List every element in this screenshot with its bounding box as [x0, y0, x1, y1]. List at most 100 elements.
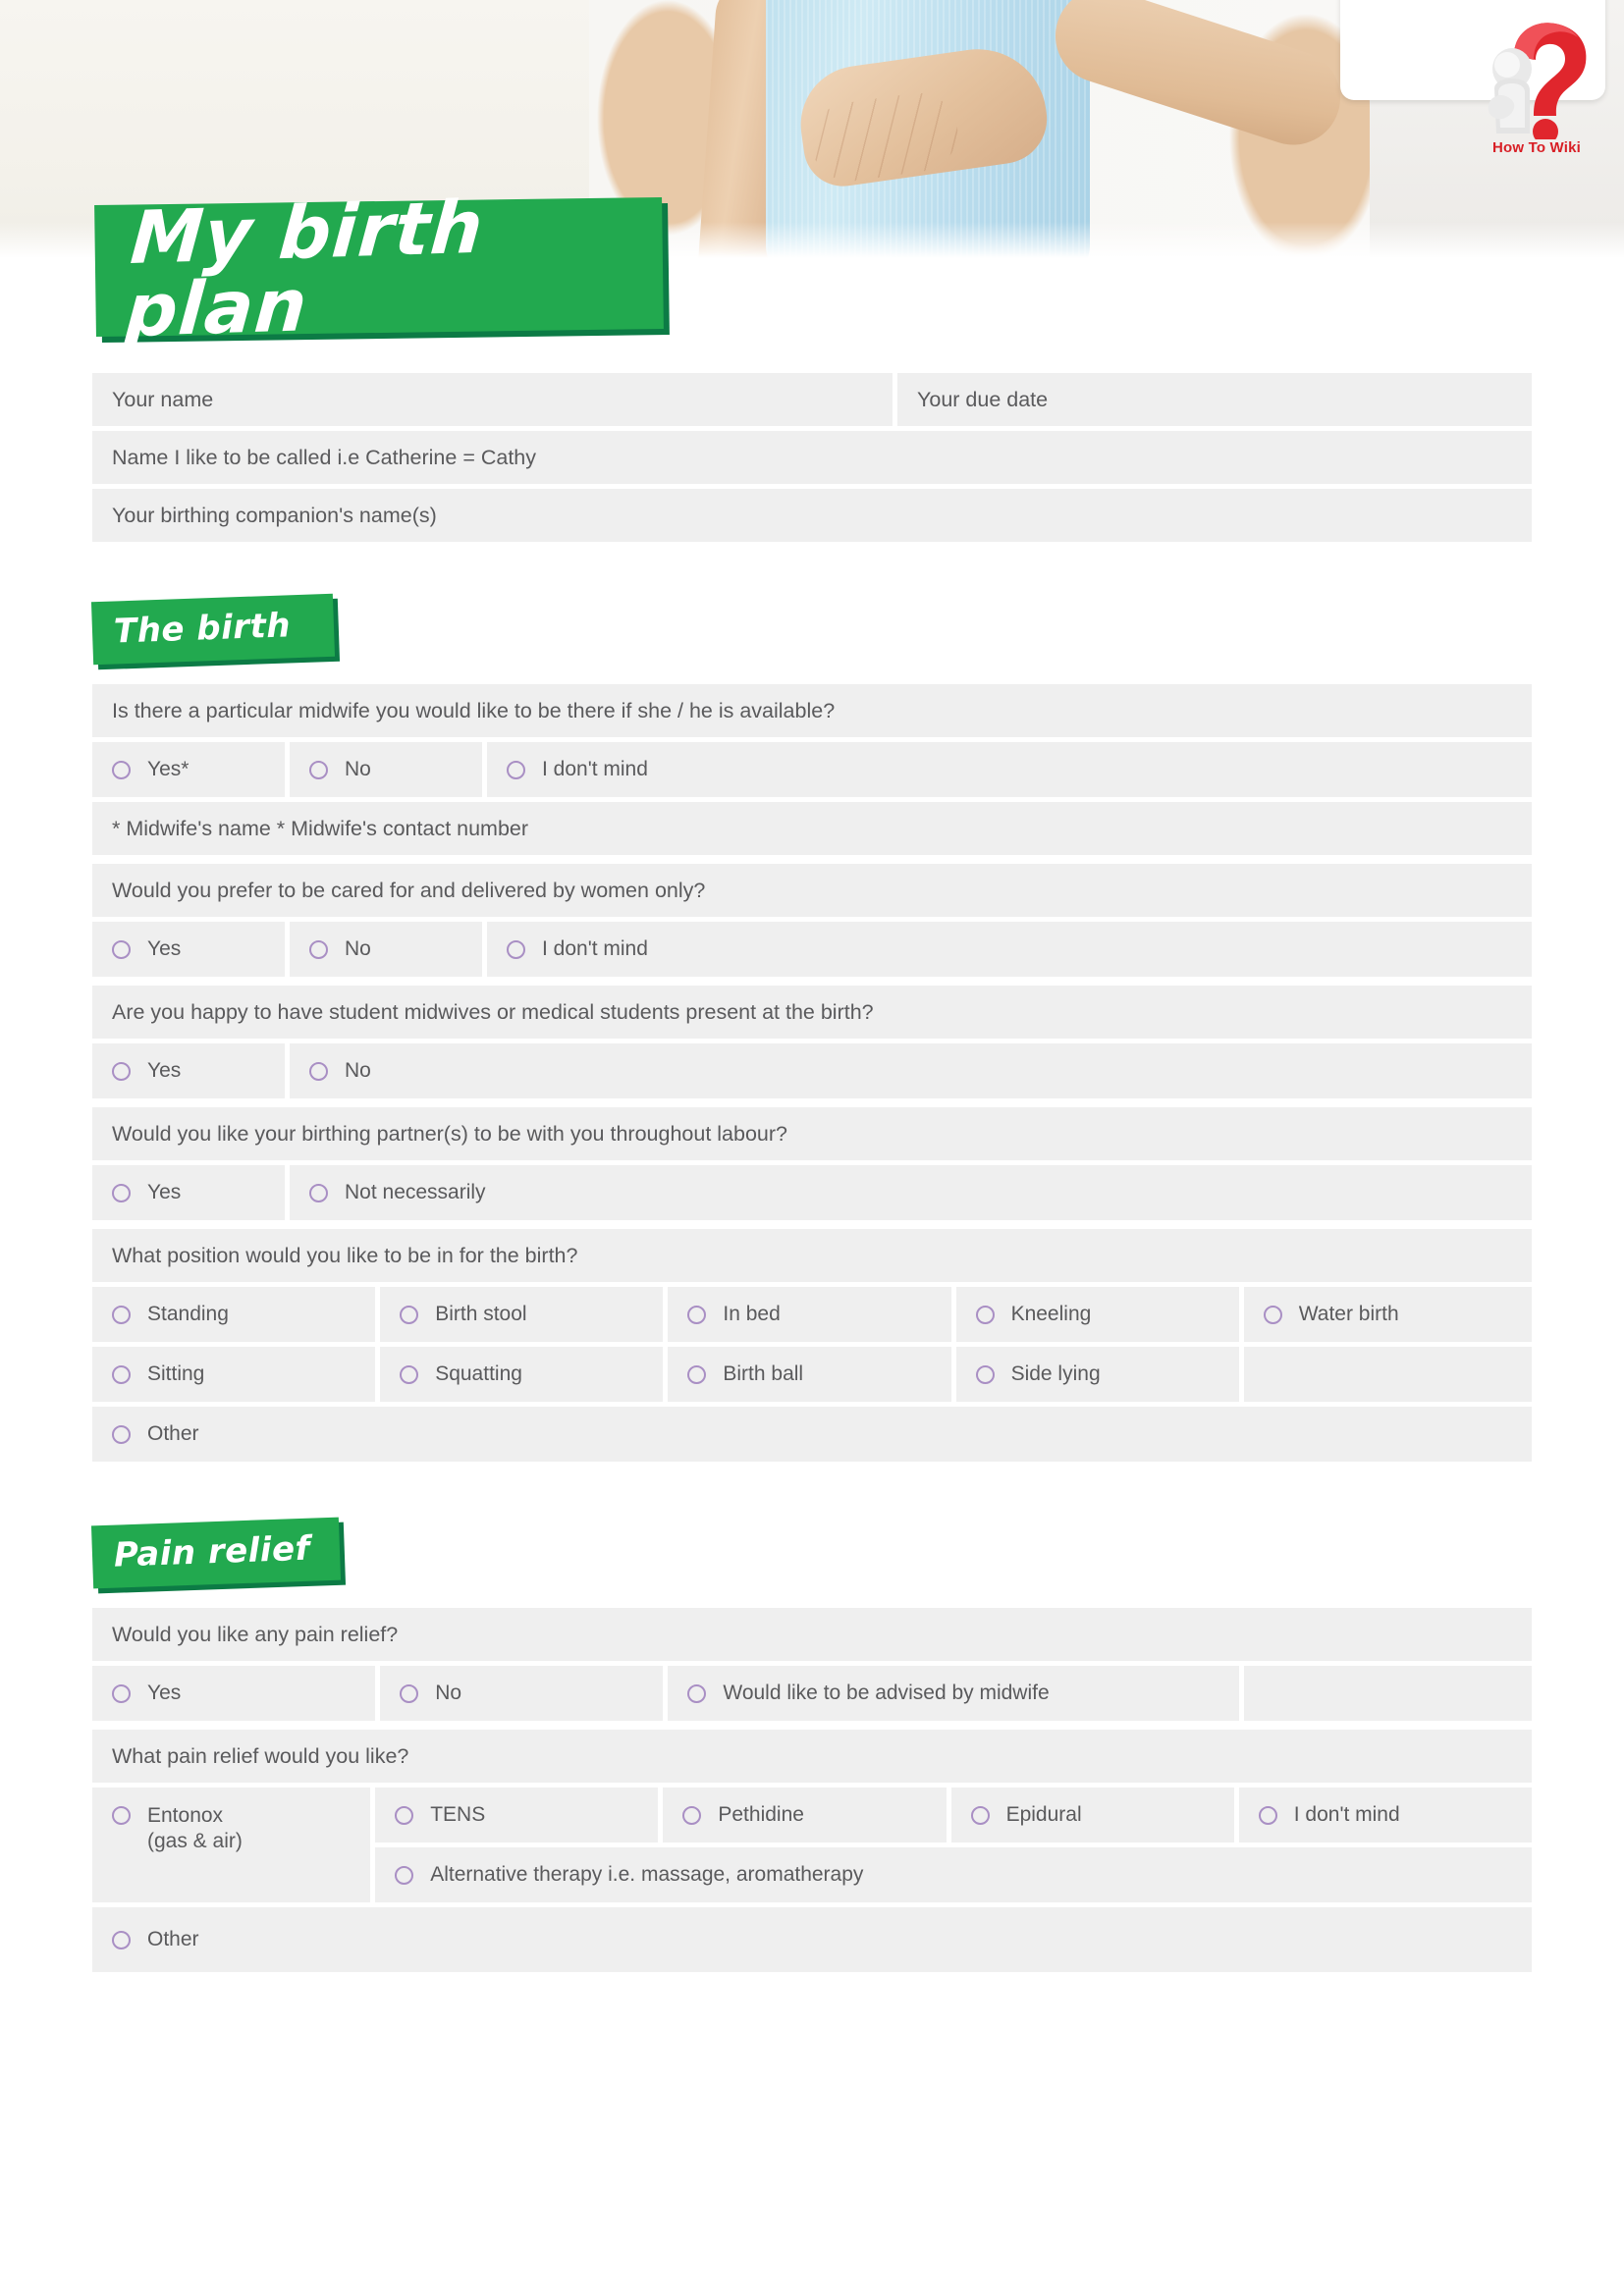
option-midwife-no[interactable]: No [290, 742, 482, 797]
option-label: Kneeling [1010, 1303, 1092, 1326]
option-pethidine[interactable]: Pethidine [663, 1788, 947, 1842]
option-alternative-therapy[interactable]: Alternative therapy i.e. massage, aromat… [375, 1847, 1532, 1902]
radio-icon[interactable] [507, 939, 525, 959]
options-row-position-1: Standing Birth stool In bed Kneeling Wat… [92, 1287, 1532, 1342]
empty-cell [1243, 1666, 1532, 1721]
option-midwife-yes[interactable]: Yes* [92, 742, 285, 797]
option-label: Yes [147, 937, 182, 961]
option-tens[interactable]: TENS [375, 1788, 659, 1842]
option-pain-relief-no[interactable]: No [380, 1666, 664, 1721]
radio-icon[interactable] [687, 1364, 707, 1384]
radio-icon[interactable] [309, 939, 328, 959]
option-position-in-bed[interactable]: In bed [668, 1287, 951, 1342]
option-students-yes[interactable]: Yes [92, 1043, 285, 1098]
section-tag-plate: Pain relief [90, 1517, 341, 1589]
question-women-only: Would you prefer to be cared for and del… [92, 864, 1532, 917]
radio-icon[interactable] [400, 1683, 419, 1703]
radio-icon[interactable] [112, 1364, 131, 1384]
row-name-duedate: Your name Your due date [92, 373, 1532, 426]
radio-icon[interactable] [309, 760, 328, 779]
radio-icon[interactable] [395, 1805, 414, 1825]
option-label: Yes* [147, 758, 189, 781]
radio-icon[interactable] [687, 1683, 707, 1703]
radio-icon[interactable] [975, 1305, 995, 1324]
options-row-pain-relief-top: TENS Pethidine Epidural I don't mind [375, 1788, 1532, 1842]
radio-icon[interactable] [1258, 1805, 1277, 1825]
option-epidural[interactable]: Epidural [950, 1788, 1234, 1842]
option-pain-relief-yes[interactable]: Yes [92, 1666, 376, 1721]
radio-icon[interactable] [112, 939, 131, 959]
radio-icon[interactable] [112, 760, 131, 779]
option-position-kneeling[interactable]: Kneeling [955, 1287, 1239, 1342]
option-pain-relief-dont-mind[interactable]: I don't mind [1238, 1788, 1532, 1842]
option-women-only-no[interactable]: No [290, 922, 482, 977]
option-label: Sitting [147, 1362, 205, 1386]
option-women-only-yes[interactable]: Yes [92, 922, 285, 977]
entonox-line-2: (gas & air) [147, 1829, 243, 1852]
option-position-birth-stool[interactable]: Birth stool [380, 1287, 664, 1342]
option-label: No [345, 937, 371, 961]
options-row-position-2: Sitting Squatting Birth ball Side lying [92, 1347, 1532, 1402]
option-position-other[interactable]: Other [92, 1407, 1532, 1462]
option-pain-relief-other[interactable]: Other [92, 1907, 1532, 1972]
option-partner-yes[interactable]: Yes [92, 1165, 285, 1220]
radio-icon[interactable] [112, 1061, 131, 1081]
question-row-what-pain-relief: What pain relief would you like? [92, 1730, 1532, 1783]
radio-icon[interactable] [309, 1183, 328, 1202]
radio-icon[interactable] [112, 1424, 131, 1444]
option-label: Yes [147, 1682, 182, 1705]
radio-icon[interactable] [309, 1061, 328, 1081]
options-row-students: Yes No [92, 1043, 1532, 1098]
radio-icon[interactable] [112, 1183, 131, 1202]
radio-icon[interactable] [687, 1305, 707, 1324]
how-to-wiki-logo[interactable]: How To Wiki [1463, 14, 1610, 171]
option-position-birth-ball[interactable]: Birth ball [668, 1347, 951, 1402]
option-label: Other [147, 1928, 199, 1951]
option-label: I don't mind [542, 937, 648, 961]
radio-icon[interactable] [970, 1805, 990, 1825]
option-entonox[interactable]: Entonox (gas & air) [92, 1788, 371, 1902]
option-position-standing[interactable]: Standing [92, 1287, 376, 1342]
radio-icon[interactable] [112, 1930, 131, 1949]
option-position-squatting[interactable]: Squatting [380, 1347, 664, 1402]
question-students: Are you happy to have student midwives o… [92, 986, 1532, 1039]
option-label: Other [147, 1422, 199, 1446]
option-students-no[interactable]: No [290, 1043, 1532, 1098]
options-row-pain-relief-other: Other [92, 1907, 1532, 1972]
option-label: Would like to be advised by midwife [723, 1682, 1050, 1705]
option-label: I don't mind [542, 758, 648, 781]
your-due-date-field[interactable]: Your due date [897, 373, 1532, 426]
radio-icon[interactable] [112, 1806, 131, 1825]
radio-icon[interactable] [975, 1364, 995, 1384]
option-label: No [345, 1059, 371, 1083]
option-pain-relief-advised-by-midwife[interactable]: Would like to be advised by midwife [668, 1666, 1239, 1721]
birthing-companion-field[interactable]: Your birthing companion's name(s) [92, 489, 1532, 542]
option-position-water-birth[interactable]: Water birth [1243, 1287, 1532, 1342]
radio-icon[interactable] [507, 760, 525, 779]
preferred-name-field[interactable]: Name I like to be called i.e Catherine =… [92, 431, 1532, 484]
section-title-pain-relief: Pain relief [113, 1528, 311, 1575]
page-title-banner: My birth plan [94, 186, 670, 353]
radio-icon[interactable] [395, 1865, 414, 1885]
form-content: Your name Your due date Name I like to b… [90, 373, 1532, 1977]
midwife-contact-note[interactable]: * Midwife's name * Midwife's contact num… [92, 802, 1532, 855]
radio-icon[interactable] [400, 1364, 419, 1384]
question-any-pain-relief: Would you like any pain relief? [92, 1608, 1532, 1661]
title-banner-plate: My birth plan [94, 186, 664, 353]
option-position-side-lying[interactable]: Side lying [955, 1347, 1239, 1402]
option-label: Birth ball [723, 1362, 804, 1386]
option-midwife-dont-mind[interactable]: I don't mind [487, 742, 1532, 797]
radio-icon[interactable] [682, 1805, 702, 1825]
radio-icon[interactable] [1263, 1305, 1282, 1324]
question-what-pain-relief: What pain relief would you like? [92, 1730, 1532, 1783]
option-label: Yes [147, 1181, 182, 1204]
question-midwife: Is there a particular midwife you would … [92, 684, 1532, 737]
radio-icon[interactable] [400, 1305, 419, 1324]
radio-icon[interactable] [112, 1305, 131, 1324]
option-label: Alternative therapy i.e. massage, aromat… [430, 1863, 864, 1887]
option-women-only-dont-mind[interactable]: I don't mind [487, 922, 1532, 977]
your-name-field[interactable]: Your name [92, 373, 893, 426]
option-partner-not-necessarily[interactable]: Not necessarily [290, 1165, 1532, 1220]
option-position-sitting[interactable]: Sitting [92, 1347, 376, 1402]
radio-icon[interactable] [112, 1683, 131, 1703]
